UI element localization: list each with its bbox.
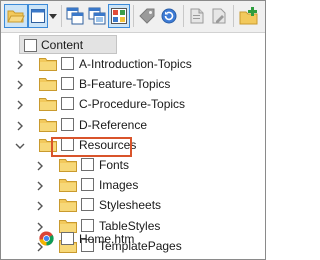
chevron-right-icon[interactable]	[15, 99, 25, 110]
tree-root-content[interactable]: Content	[19, 35, 259, 55]
tree-item-d-reference[interactable]: D-Reference	[1, 115, 265, 135]
item-checkbox[interactable]	[61, 77, 74, 91]
fonts-highlight-box	[51, 137, 132, 157]
document-edit-button[interactable]	[208, 4, 230, 28]
windows-icon	[88, 7, 106, 25]
item-checkbox[interactable]	[81, 178, 94, 192]
folder-icon	[39, 57, 57, 71]
tree-item-c-procedure-topics[interactable]: C-Procedure-Topics	[1, 94, 265, 114]
item-label: Fonts	[99, 158, 130, 172]
item-label: Home.htm	[79, 232, 135, 246]
item-label: A-Introduction-Topics	[79, 57, 192, 71]
tag-icon	[139, 8, 155, 24]
tree-item-b-feature-topics[interactable]: B-Feature-Topics	[1, 74, 265, 94]
tag-button[interactable]	[136, 4, 158, 28]
root-checkbox[interactable]	[24, 39, 37, 52]
view-mode-button[interactable]	[28, 4, 48, 28]
tree-item-fonts[interactable]: Fonts	[1, 155, 265, 175]
chevron-right-icon[interactable]	[15, 59, 25, 70]
refresh-icon	[161, 8, 177, 24]
folder-icon	[39, 77, 57, 92]
folder-icon	[59, 198, 77, 213]
tree-item-a-introduction-topics[interactable]: A-Introduction-Topics	[1, 54, 265, 74]
chevron-right-icon[interactable]	[35, 200, 45, 211]
folder-icon	[59, 158, 77, 172]
toolbar	[1, 1, 265, 33]
color-grid-button[interactable]	[108, 4, 130, 28]
folder-icon	[39, 118, 57, 132]
add-folder-button[interactable]	[237, 4, 261, 28]
chevron-right-icon[interactable]	[35, 160, 45, 171]
show-folders-button[interactable]	[4, 4, 28, 28]
folder-icon	[39, 97, 57, 112]
item-label: B-Feature-Topics	[79, 77, 171, 92]
content-explorer-panel: Content A-Introduction-Topics B-Feature-…	[0, 0, 266, 260]
view-mode-dropdown-button[interactable]	[48, 4, 58, 28]
item-label: C-Procedure-Topics	[79, 97, 186, 112]
tree-item-images[interactable]: Images	[1, 175, 265, 195]
browser-icon	[39, 231, 54, 246]
grid-icon	[111, 8, 127, 24]
folder-open-icon	[7, 10, 25, 23]
item-checkbox[interactable]	[61, 117, 74, 131]
document-icon	[190, 8, 204, 24]
tree-item-resources[interactable]: Resources	[1, 135, 265, 155]
document-edit-icon	[212, 8, 226, 24]
chevron-right-icon[interactable]	[15, 79, 25, 90]
document-button[interactable]	[186, 4, 208, 28]
copy-view-button[interactable]	[64, 4, 86, 28]
tree-item-stylesheets[interactable]: Stylesheets	[1, 195, 265, 215]
toolbar-separator	[61, 5, 62, 27]
refresh-button[interactable]	[158, 4, 180, 28]
toolbar-separator	[133, 5, 134, 27]
copy-icon	[66, 7, 84, 25]
item-checkbox[interactable]	[61, 57, 74, 70]
tree-item-home[interactable]: Home.htm	[1, 229, 265, 249]
root-label: Content	[41, 38, 84, 52]
item-checkbox[interactable]	[61, 232, 74, 245]
tile-view-button[interactable]	[86, 4, 108, 28]
chevron-right-icon[interactable]	[35, 180, 45, 191]
folder-icon	[59, 178, 77, 193]
folder-add-icon	[239, 7, 258, 25]
item-checkbox[interactable]	[81, 158, 94, 171]
item-label: Images	[99, 178, 139, 193]
item-checkbox[interactable]	[81, 198, 94, 212]
item-checkbox[interactable]	[61, 97, 74, 111]
chevron-right-icon[interactable]	[15, 120, 25, 131]
toolbar-separator	[183, 5, 184, 27]
toolbar-separator	[233, 5, 234, 27]
chevron-down-icon[interactable]	[15, 140, 25, 150]
window-icon	[31, 9, 45, 23]
item-label: D-Reference	[79, 117, 148, 132]
chevron-down-icon	[49, 14, 57, 19]
item-label: Stylesheets	[99, 198, 162, 213]
